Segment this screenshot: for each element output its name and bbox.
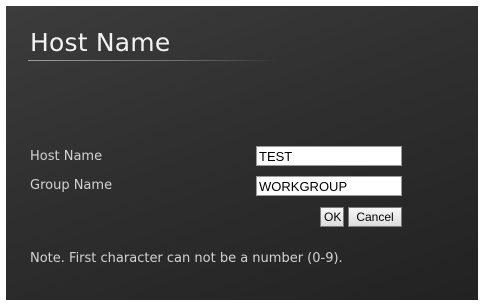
host-name-input[interactable] <box>256 146 402 166</box>
cancel-button[interactable]: Cancel <box>348 207 402 227</box>
ok-button[interactable]: OK <box>320 207 344 227</box>
group-name-input[interactable] <box>256 176 402 196</box>
note-text: Note. First character can not be a numbe… <box>30 251 343 266</box>
host-name-panel: Host Name Host Name Group Name OK Cancel… <box>6 6 478 300</box>
host-name-label: Host Name <box>30 149 103 164</box>
page-title: Host Name <box>30 28 171 57</box>
group-name-label: Group Name <box>30 178 113 193</box>
title-underline <box>28 60 280 61</box>
